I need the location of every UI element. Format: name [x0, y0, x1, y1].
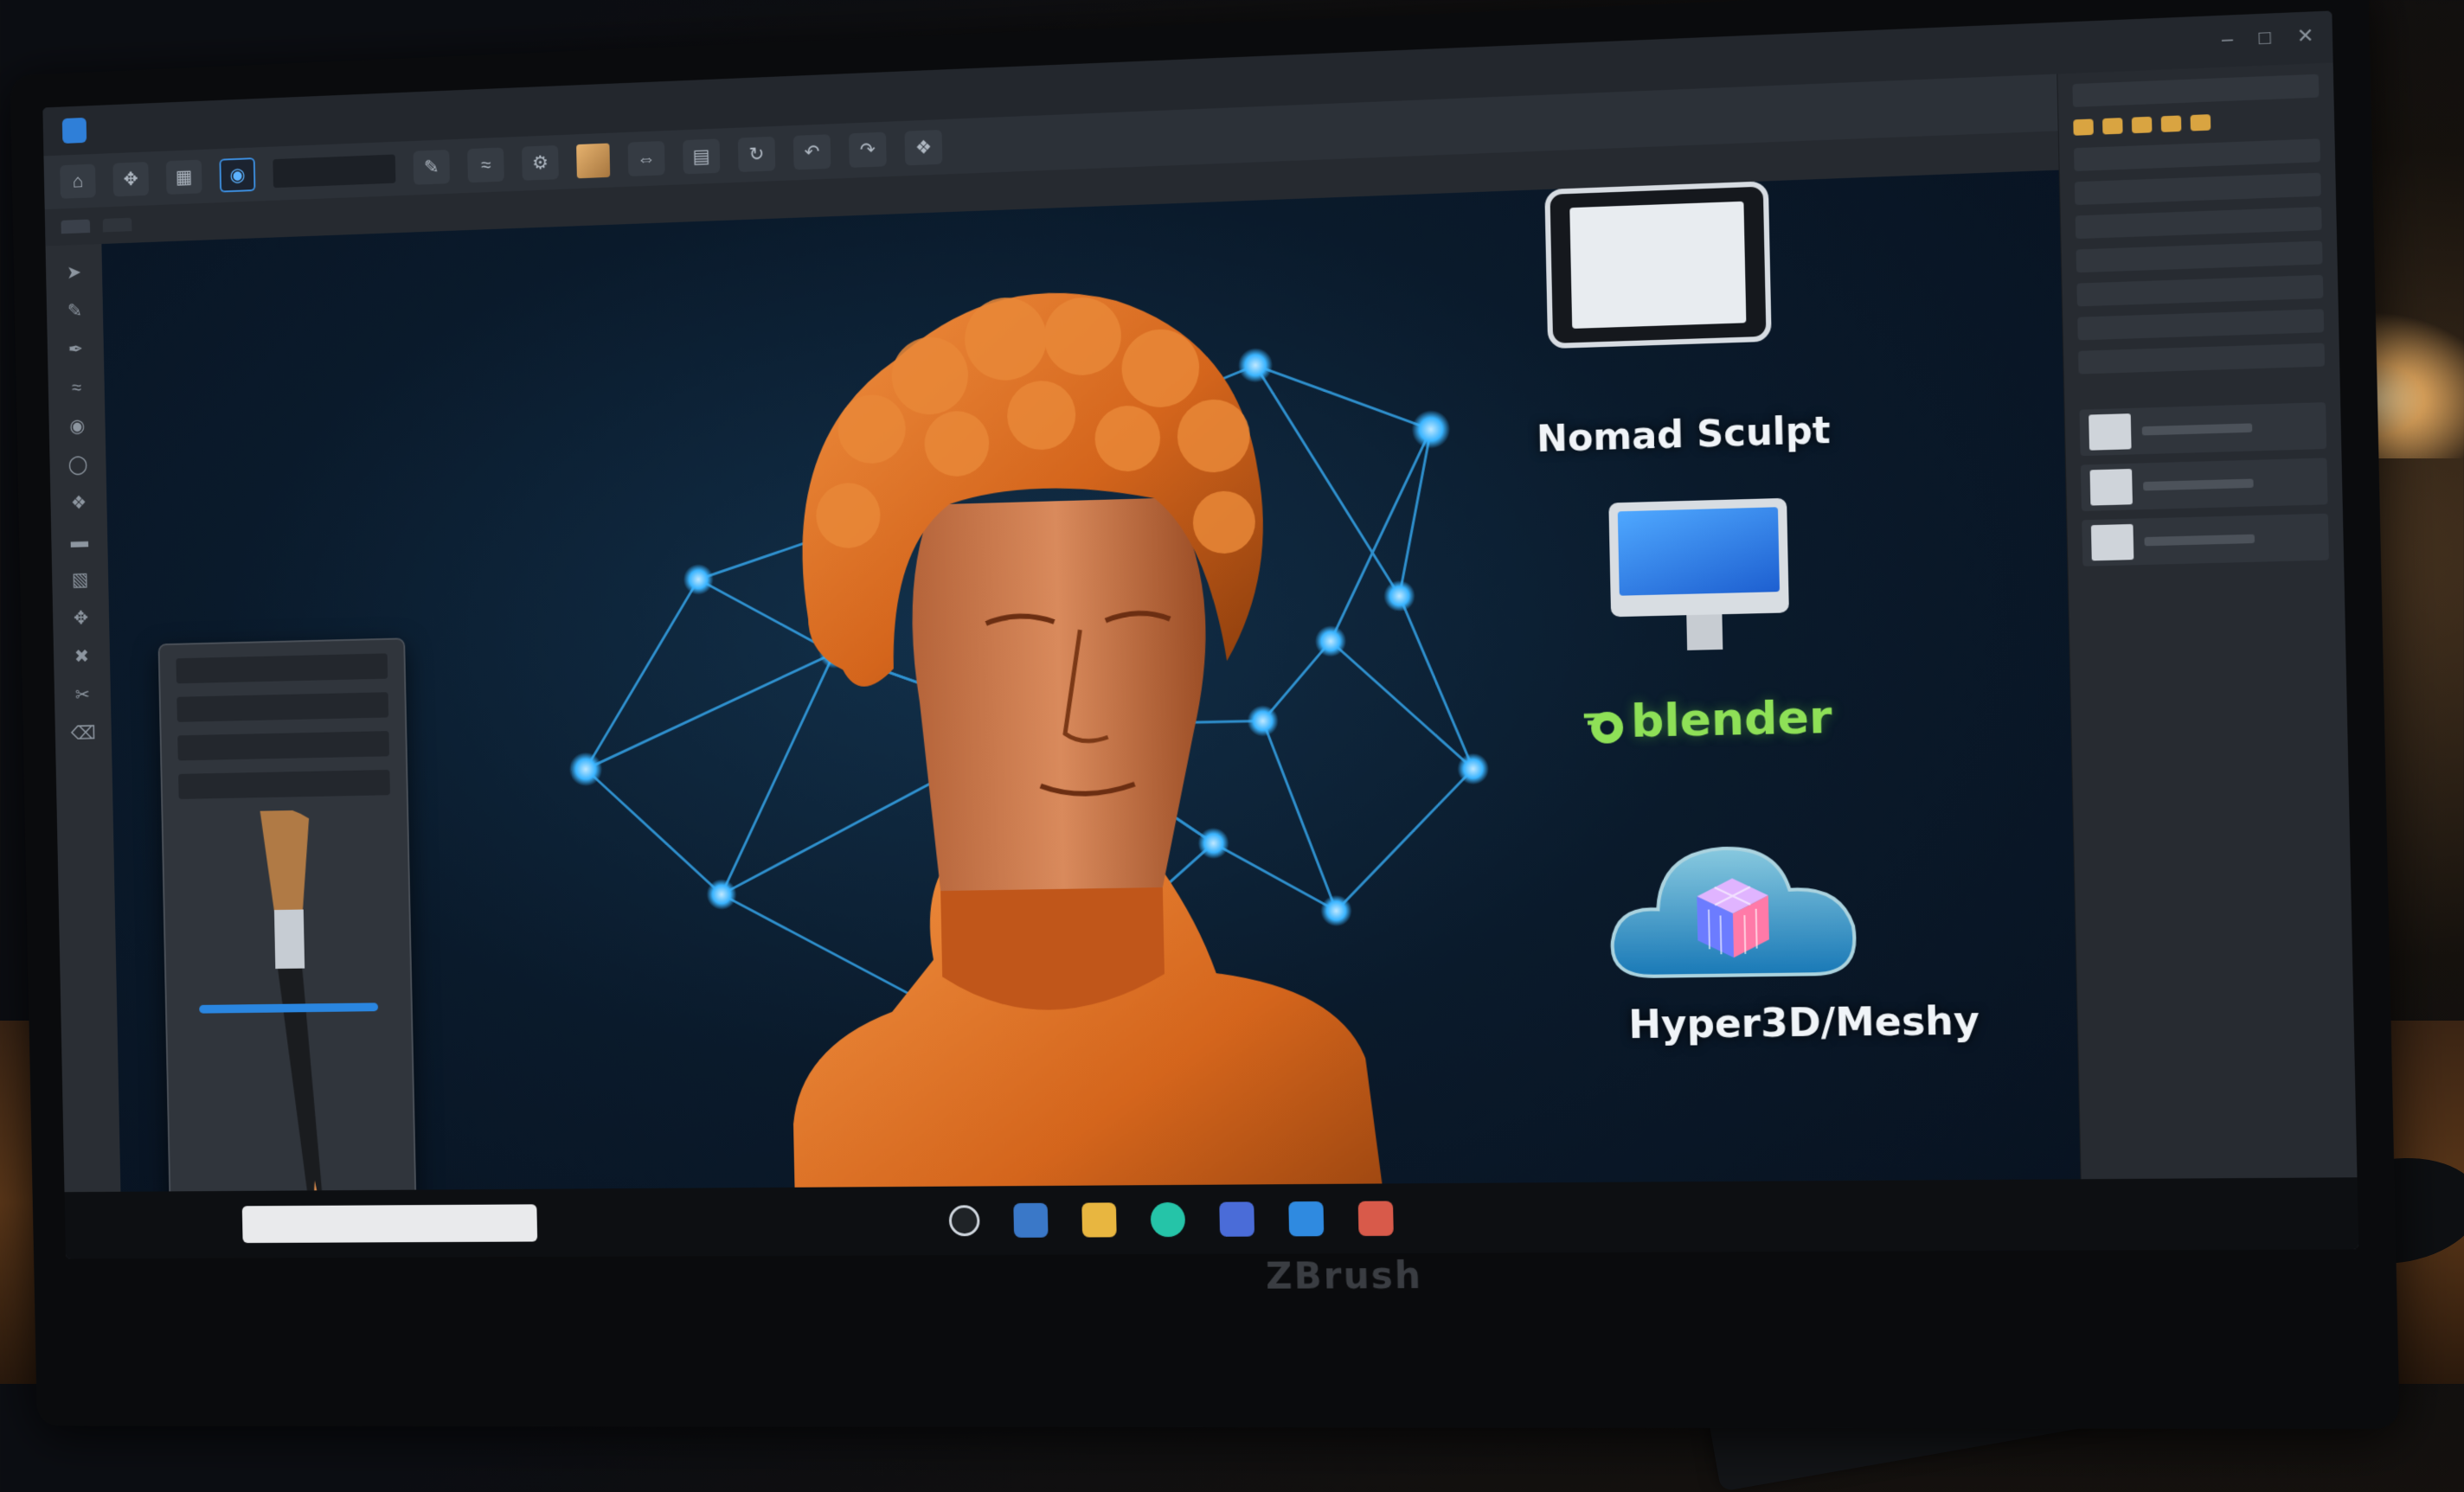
- settings-gear-icon[interactable]: ⚙: [521, 144, 559, 181]
- home-icon[interactable]: ⌂: [60, 163, 96, 199]
- material-preset-swatch[interactable]: [2102, 118, 2123, 135]
- property-row[interactable]: [2076, 274, 2324, 307]
- app-window: – □ ✕ ⌂ ✥ ▦ ◉ ✎ ≈ ⚙ ⇔ ▤ ↻ ↶ ↷ ❖ ➤ ✎ ✒ ≈ …: [42, 10, 2359, 1259]
- panel-header: [2072, 74, 2320, 107]
- material-preset-swatch[interactable]: [2131, 116, 2153, 134]
- scale-icon[interactable]: ▦: [165, 159, 202, 195]
- inflate-icon[interactable]: ◯: [67, 453, 87, 476]
- tab-document[interactable]: [102, 217, 132, 233]
- layer-name: [2144, 534, 2255, 547]
- brush-mode-icon[interactable]: ◉: [219, 157, 256, 193]
- cloud-cube-icon: [1598, 814, 1870, 994]
- taskbar-search-field[interactable]: [241, 1204, 538, 1244]
- mail-icon[interactable]: [1288, 1201, 1325, 1237]
- blender-logo-icon: [1582, 702, 1624, 744]
- layer-thumbnail: [2090, 523, 2134, 561]
- imac-icon: [1608, 497, 1789, 618]
- layer-row[interactable]: [2080, 458, 2328, 512]
- folder-icon[interactable]: [1081, 1202, 1117, 1238]
- palette-control[interactable]: [177, 731, 390, 761]
- layer-name: [2143, 478, 2254, 491]
- layer-row[interactable]: [2082, 513, 2329, 567]
- tab-document[interactable]: [61, 219, 91, 234]
- stroke-icon[interactable]: ≈: [467, 147, 504, 183]
- redo-icon[interactable]: ↷: [849, 131, 887, 168]
- palette-control[interactable]: [176, 692, 389, 722]
- rotate-icon[interactable]: ↻: [737, 136, 776, 172]
- smooth-icon[interactable]: ≈: [71, 377, 81, 399]
- draw-icon[interactable]: ✎: [413, 150, 451, 185]
- files-app-icon[interactable]: [1013, 1202, 1049, 1238]
- snap-icon[interactable]: ❖: [904, 130, 943, 166]
- app-label-hyper3d-meshy: Hyper3D/Meshy: [1627, 998, 1980, 1048]
- material-preset-swatch[interactable]: [2160, 115, 2182, 132]
- trim-icon[interactable]: ✂: [75, 684, 91, 706]
- layer-thumbnail: [2089, 468, 2133, 506]
- brush-icon[interactable]: ✎: [67, 300, 83, 323]
- maximize-icon[interactable]: □: [2259, 26, 2272, 49]
- layer-name: [2141, 423, 2253, 436]
- start-icon[interactable]: [948, 1205, 980, 1237]
- property-row[interactable]: [2075, 207, 2322, 240]
- window-controls: – □ ✕: [2222, 24, 2314, 51]
- flatten-icon[interactable]: ▬: [70, 530, 88, 553]
- select-icon[interactable]: ➤: [67, 261, 82, 284]
- app-label-nomad-sculpt: Nomad Sculpt: [1536, 408, 1832, 461]
- viewport-canvas[interactable]: Nomad Sculpt blender Hyper3D/Meshy: [101, 170, 2083, 1259]
- imac-stand: [1686, 614, 1723, 650]
- undo-icon[interactable]: ↶: [792, 134, 831, 170]
- clay-icon[interactable]: ◉: [69, 415, 85, 438]
- property-row[interactable]: [2073, 138, 2321, 171]
- material-preset-swatch[interactable]: [2190, 114, 2211, 131]
- symmetry-icon[interactable]: ⇔: [627, 140, 665, 176]
- monitor: – □ ✕ ⌂ ✥ ▦ ◉ ✎ ≈ ⚙ ⇔ ▤ ↻ ↶ ↷ ❖ ➤ ✎ ✒ ≈ …: [10, 0, 2400, 1430]
- brush-size-field[interactable]: [273, 154, 396, 189]
- taskbar: [64, 1177, 2359, 1259]
- monitor-brand-logo: ZBrush: [1265, 1253, 1423, 1297]
- property-row[interactable]: [2076, 240, 2323, 273]
- paintbrush-icon: [260, 809, 326, 1239]
- layer-icon[interactable]: ▤: [683, 138, 721, 175]
- sculpted-bust: [788, 285, 1397, 1259]
- tablet-icon: [1544, 181, 1772, 349]
- minimize-icon[interactable]: –: [2222, 28, 2234, 51]
- layer-row[interactable]: [2079, 402, 2327, 457]
- material-presets: [2073, 110, 2320, 136]
- app-label-blender: blender: [1630, 691, 1833, 749]
- property-row[interactable]: [2074, 172, 2321, 206]
- close-icon[interactable]: ✕: [2297, 24, 2314, 48]
- pinch-icon[interactable]: ❖: [71, 492, 87, 515]
- brush-palette-panel[interactable]: [157, 637, 419, 1259]
- palette-header: [176, 653, 388, 684]
- crease-icon[interactable]: ✖: [74, 645, 90, 668]
- material-preset-swatch[interactable]: [2073, 118, 2094, 136]
- move-icon[interactable]: ✥: [112, 162, 150, 197]
- material-swatch[interactable]: [576, 143, 611, 179]
- property-row[interactable]: [2077, 309, 2325, 341]
- pen-icon[interactable]: ✒: [68, 338, 84, 361]
- eraser-icon[interactable]: ⌫: [71, 722, 96, 745]
- browser-icon[interactable]: [1150, 1201, 1186, 1238]
- move-tool-icon[interactable]: ✥: [74, 607, 89, 630]
- layer-thumbnail: [2089, 413, 2132, 451]
- app-logo-icon: [61, 117, 87, 144]
- right-properties-panel: [2057, 62, 2359, 1251]
- media-icon[interactable]: [1357, 1201, 1394, 1237]
- mask-icon[interactable]: ▧: [72, 568, 89, 591]
- app-icon[interactable]: [1219, 1201, 1255, 1237]
- palette-control[interactable]: [178, 769, 390, 799]
